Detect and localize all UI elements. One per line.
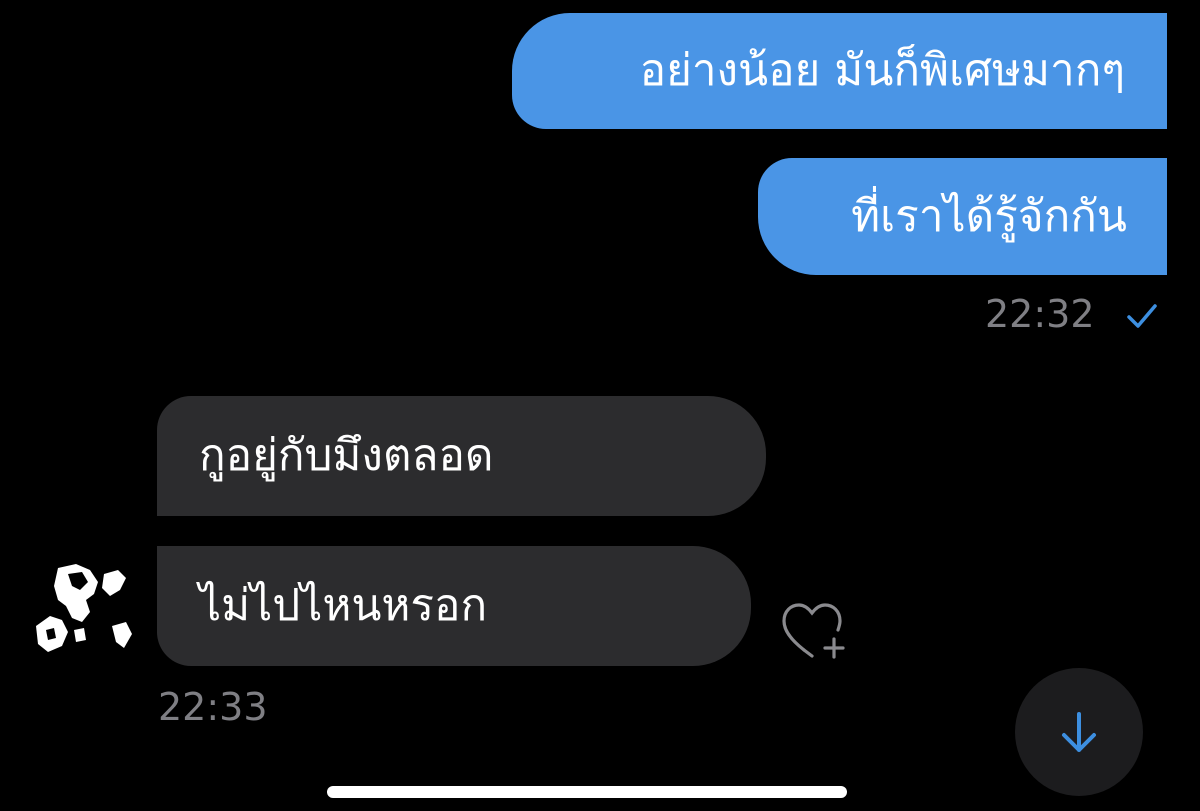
message-text: อย่างน้อย มันก็พิเศษมากๆ [639, 45, 1125, 96]
heart-plus-icon[interactable] [778, 595, 858, 665]
incoming-message-bubble[interactable]: กูอยู่กับมึงตลอด [157, 396, 766, 516]
checkmark-icon [1127, 304, 1157, 328]
message-timestamp: 22:32 [985, 292, 1095, 336]
message-text: กูอยู่กับมึงตลอด [199, 430, 494, 481]
outgoing-message-bubble[interactable]: อย่างน้อย มันก็พิเศษมากๆ [512, 13, 1167, 129]
outgoing-message-bubble[interactable]: ที่เราได้รู้จักกัน [758, 158, 1167, 275]
incoming-message-bubble[interactable]: ไม่ไปไหนหรอก [157, 546, 751, 666]
scroll-to-bottom-button[interactable] [1015, 668, 1143, 796]
message-text: ไม่ไปไหนหรอก [199, 580, 488, 631]
message-text: ที่เราได้รู้จักกัน [851, 190, 1127, 242]
home-indicator[interactable] [327, 786, 847, 798]
message-timestamp: 22:33 [158, 685, 268, 729]
avatar[interactable] [28, 560, 138, 660]
arrow-down-icon [1062, 712, 1096, 752]
